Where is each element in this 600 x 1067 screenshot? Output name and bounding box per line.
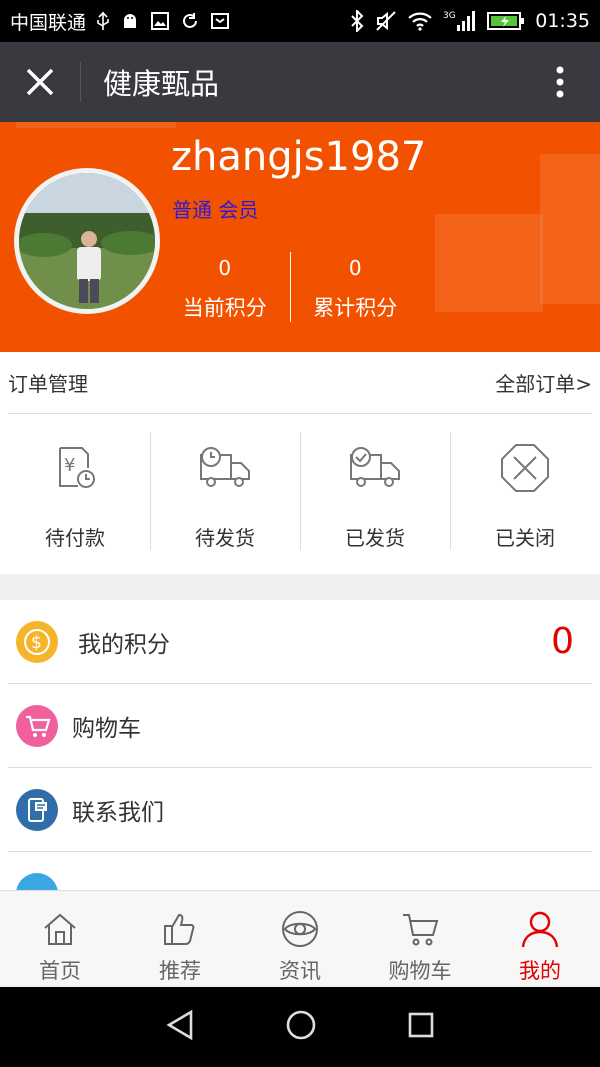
menu-item-label: 我的积分 [78, 631, 170, 658]
my-points-value: 0 [551, 621, 574, 662]
recents-button[interactable] [407, 1011, 435, 1043]
all-orders-link[interactable]: 全部订单> [495, 368, 592, 397]
coin-icon: $ [16, 620, 58, 663]
tab-label: 首页 [39, 959, 81, 983]
menu-list: $ 我的积分 0 购物车 联系我们 [0, 600, 600, 890]
order-management-title: 订单管理 [8, 372, 88, 396]
truck-check-icon [347, 442, 403, 494]
status-bar: 中国联通 3G 01:35 [0, 0, 600, 42]
order-header: 订单管理 全部订单> [8, 352, 592, 414]
menu-item-contact-us[interactable]: 联系我们 [8, 768, 592, 852]
usb-icon [96, 11, 110, 31]
total-points-value: 0 [348, 256, 362, 280]
order-status-pending-shipment[interactable]: 待发货 [150, 414, 300, 574]
points-summary: 0 当前积分 0 累计积分 [160, 252, 420, 322]
system-nav-bar [0, 987, 600, 1067]
network-type: 3G [443, 11, 456, 21]
current-points[interactable]: 0 当前积分 [160, 252, 290, 322]
home-button[interactable] [285, 1009, 317, 1045]
order-status-closed[interactable]: 已关闭 [450, 414, 600, 574]
partial-icon [16, 872, 58, 890]
username: zhangjs1987 [171, 134, 427, 180]
truck-clock-icon [197, 442, 253, 494]
member-level: 普通 会员 [172, 198, 259, 222]
eye-icon [280, 909, 320, 949]
sync-icon [180, 11, 200, 31]
svg-text:¥: ¥ [64, 455, 75, 476]
wifi-icon [407, 11, 433, 31]
decor-shape [435, 214, 543, 312]
title-divider [80, 62, 81, 102]
contact-icon [16, 788, 58, 831]
current-points-label: 当前积分 [182, 296, 267, 320]
android-icon [120, 11, 140, 31]
tab-home[interactable]: 首页 [0, 891, 120, 986]
order-status-label: 已关闭 [495, 526, 555, 550]
cart-icon [400, 909, 440, 949]
menu-item-my-points[interactable]: $ 我的积分 0 [8, 600, 592, 684]
tab-recommend[interactable]: 推荐 [120, 891, 240, 986]
menu-item-more[interactable] [8, 852, 592, 890]
order-status-label: 待发货 [195, 526, 255, 550]
user-icon [520, 909, 560, 949]
menu-item-label: 购物车 [72, 715, 141, 742]
title-bar: 健康甄品 [0, 42, 600, 122]
tab-label: 推荐 [159, 959, 201, 983]
cart-icon [16, 704, 58, 747]
tab-label: 我的 [519, 959, 561, 983]
tab-news[interactable]: 资讯 [240, 891, 360, 986]
thumbs-up-icon [162, 909, 198, 949]
more-vertical-icon [556, 66, 564, 98]
order-status-pending-payment[interactable]: ¥ 待付款 [0, 414, 150, 574]
order-status-shipped[interactable]: 已发货 [300, 414, 450, 574]
decor-shape [540, 154, 600, 304]
carrier-name: 中国联通 [10, 11, 87, 34]
avatar[interactable] [14, 168, 160, 314]
tab-mine[interactable]: 我的 [480, 891, 600, 986]
current-points-value: 0 [218, 256, 232, 280]
order-management-card: 订单管理 全部订单> ¥ 待付款 待发货 已发货 已关闭 [0, 352, 600, 574]
notification-icon [210, 11, 230, 31]
clock: 01:35 [535, 10, 590, 32]
home-circle-icon [286, 1010, 316, 1040]
order-status-label: 已发货 [345, 526, 405, 550]
closed-x-icon [500, 442, 550, 494]
battery-icon [487, 11, 525, 31]
back-button[interactable] [165, 1009, 195, 1045]
recents-square-icon [408, 1012, 434, 1038]
close-button[interactable] [0, 42, 80, 122]
tab-cart[interactable]: 购物车 [360, 891, 480, 986]
menu-item-cart[interactable]: 购物车 [8, 684, 592, 768]
total-points[interactable]: 0 累计积分 [291, 252, 421, 322]
svg-text:$: $ [31, 633, 42, 653]
image-icon [150, 11, 170, 31]
bluetooth-icon [349, 10, 365, 32]
order-status-label: 待付款 [45, 526, 105, 550]
decor-shape [16, 122, 176, 128]
tab-label: 购物车 [388, 959, 452, 983]
more-button[interactable] [520, 42, 600, 122]
pending-payment-icon: ¥ [52, 442, 98, 494]
tab-label: 资讯 [279, 959, 321, 983]
back-triangle-icon [166, 1009, 193, 1041]
profile-header: zhangjs1987 普通 会员 0 当前积分 0 累计积分 [0, 122, 600, 352]
close-icon [26, 68, 54, 96]
mute-icon [375, 10, 397, 32]
home-icon [42, 909, 78, 949]
page-title: 健康甄品 [103, 67, 220, 101]
bottom-tab-bar: 首页 推荐 资讯 购物车 我的 [0, 890, 600, 986]
order-status-row: ¥ 待付款 待发货 已发货 已关闭 [0, 414, 600, 574]
total-points-label: 累计积分 [313, 296, 398, 320]
menu-item-label: 联系我们 [72, 799, 164, 826]
signal-icon: 3G [443, 9, 477, 33]
